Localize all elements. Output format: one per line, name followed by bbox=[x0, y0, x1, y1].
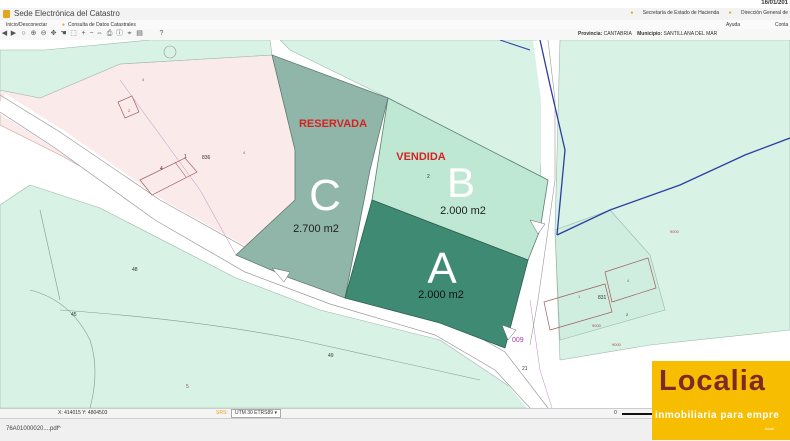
num-21: 21 bbox=[522, 366, 528, 372]
tag-right-2: 9000 bbox=[612, 342, 622, 347]
parcel-c-area: 2.700 m2 bbox=[293, 223, 339, 235]
num-48: 48 bbox=[132, 267, 138, 273]
bullet-icon: ● bbox=[62, 22, 66, 28]
bullet-icon: ● bbox=[728, 10, 732, 16]
num-45: 45 bbox=[71, 312, 77, 318]
bullet-icon: ● bbox=[630, 10, 634, 16]
zoom-out-icon[interactable]: ⊖ bbox=[40, 30, 47, 38]
municipio-value: SANTILLANA DEL MAR bbox=[663, 31, 718, 37]
localia-brand-banner: Localia inmobiliaria para empre locali bbox=[652, 361, 790, 440]
brand-small: locali bbox=[765, 426, 775, 431]
num-831: 831 bbox=[598, 295, 607, 301]
parcel-a-letter: A bbox=[427, 244, 457, 293]
scale-zero: 0 bbox=[614, 410, 617, 416]
parcel-a-area: 2.000 m2 bbox=[418, 289, 464, 301]
srs-label: SRS: bbox=[216, 410, 228, 416]
label-vendida: VENDIDA bbox=[396, 151, 446, 163]
provincia-value: CANTABRIA bbox=[603, 31, 632, 37]
srs-value: UTM 30 ETRS89 bbox=[235, 410, 274, 416]
measure-icon[interactable]: ⌖ bbox=[126, 30, 133, 38]
date-text: 16/01/201 bbox=[761, 0, 788, 6]
cadastral-map[interactable]: C 2.700 m2 B 2.000 m2 A 2.000 m2 RESERVA… bbox=[0, 40, 790, 408]
date-strip bbox=[0, 0, 790, 8]
link-hacienda[interactable]: Secretaría de Estado de Hacienda bbox=[643, 10, 719, 16]
header-links: ● Secretaría de Estado de Hacienda ● Dir… bbox=[622, 10, 788, 16]
num-49: 49 bbox=[328, 353, 334, 359]
scale-bar bbox=[622, 413, 652, 415]
arrow-right-icon[interactable]: ▶ bbox=[10, 30, 17, 38]
print-icon[interactable]: ⎙ bbox=[106, 30, 113, 38]
num-4-upper: 4 bbox=[160, 166, 163, 172]
hand-icon[interactable]: ☚ bbox=[60, 30, 67, 38]
srs-select[interactable]: UTM 30 ETRS89 ▾ bbox=[231, 409, 281, 418]
parcel-c-letter: C bbox=[309, 171, 341, 220]
select-icon[interactable]: ⬚ bbox=[70, 30, 77, 38]
fit-icon[interactable]: ⇔ bbox=[96, 30, 103, 38]
municipio-label: Municipio: bbox=[637, 31, 663, 37]
info-icon[interactable]: ⓘ bbox=[116, 30, 123, 38]
minus-icon[interactable]: − bbox=[88, 30, 95, 38]
download-file[interactable]: 76A01000020....pdf bbox=[6, 423, 66, 436]
parcel-b-letter: B bbox=[447, 159, 475, 206]
catastro-logo-icon bbox=[3, 10, 10, 18]
parcel-b-area: 2.000 m2 bbox=[440, 205, 486, 217]
menu-contacto[interactable]: Conta bbox=[775, 22, 788, 28]
plus-icon[interactable]: + bbox=[80, 30, 87, 38]
menu-ayuda[interactable]: Ayuda bbox=[726, 22, 740, 28]
arrow-left-icon[interactable]: ◀ bbox=[1, 30, 8, 38]
chevron-up-icon[interactable]: ^ bbox=[58, 423, 61, 436]
num-836: 836 bbox=[202, 155, 211, 161]
link-direccion[interactable]: Dirección General de bbox=[741, 10, 788, 16]
num-2: 2 bbox=[427, 174, 430, 180]
menu-consulta[interactable]: Consulta de Datos Catastrales bbox=[68, 22, 136, 28]
help-icon[interactable]: ? bbox=[158, 30, 165, 38]
coords-readout: X: 414015 Y: 4804503 bbox=[58, 410, 108, 416]
tag-right-3: 9000 bbox=[670, 229, 680, 234]
zoom-icon[interactable]: ○ bbox=[20, 30, 27, 38]
zoom-in-icon[interactable]: ⊕ bbox=[30, 30, 37, 38]
num-1-upper: 1 bbox=[184, 154, 187, 160]
num-009: 009 bbox=[512, 337, 524, 344]
site-title[interactable]: Sede Electrónica del Catastro bbox=[14, 8, 120, 20]
layers-icon[interactable]: ▤ bbox=[136, 30, 143, 38]
num-5: 5 bbox=[186, 384, 189, 390]
location-info: Provincia: CANTABRIA Municipio: SANTILLA… bbox=[578, 31, 717, 37]
provincia-label: Provincia: bbox=[578, 31, 603, 37]
chevron-down-icon: ▾ bbox=[274, 410, 277, 416]
brand-name: Localia bbox=[659, 365, 766, 397]
menu-inicio[interactable]: Inicio/Desconectar bbox=[6, 22, 47, 28]
pan-icon[interactable]: ✥ bbox=[50, 30, 57, 38]
tag-right-1: 9000 bbox=[592, 323, 602, 328]
label-reservada: RESERVADA bbox=[299, 118, 367, 130]
brand-subtitle: inmobiliaria para empre bbox=[655, 410, 780, 421]
